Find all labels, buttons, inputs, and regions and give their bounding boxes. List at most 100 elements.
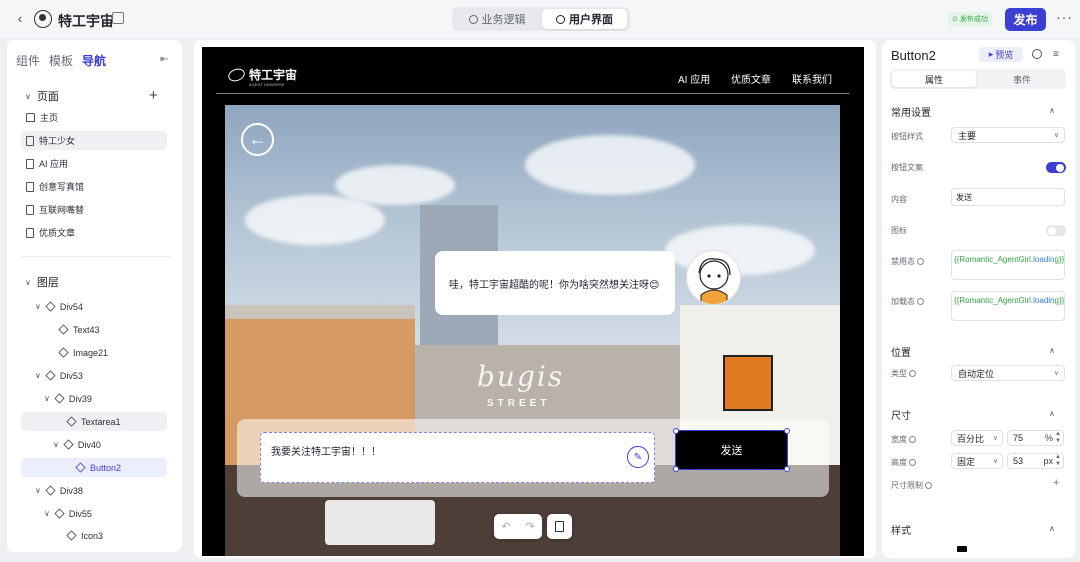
- street-sign: bugis: [477, 360, 565, 393]
- gear-icon[interactable]: [1032, 49, 1042, 59]
- chevron-up-icon[interactable]: ∧: [1049, 524, 1055, 533]
- page-item-photo-studio[interactable]: 创意写真馆: [21, 177, 167, 196]
- palette-icon: [556, 14, 565, 24]
- tab-user-interface[interactable]: 用户界面: [542, 9, 627, 29]
- color-swatch[interactable]: [957, 546, 967, 552]
- chevron-up-icon[interactable]: ∧: [1049, 409, 1055, 418]
- street-sign-subtitle: STREET: [487, 398, 551, 409]
- resize-handle[interactable]: [784, 428, 790, 434]
- style-section-header[interactable]: 样式: [891, 522, 911, 537]
- common-settings-header[interactable]: 常用设置: [891, 104, 931, 119]
- publish-button[interactable]: 发布: [1005, 8, 1046, 31]
- position-type-select[interactable]: 自动定位 ∨: [951, 365, 1065, 381]
- layer-icon: [66, 530, 77, 541]
- tab-events[interactable]: 事件: [980, 71, 1064, 87]
- tab-navigation[interactable]: 导航: [82, 52, 106, 69]
- layer-item[interactable]: Textarea1: [21, 412, 167, 431]
- send-button[interactable]: 发送: [675, 430, 788, 470]
- layer-item-selected[interactable]: Button2: [21, 458, 167, 477]
- save-page-button[interactable]: [547, 514, 572, 539]
- add-size-limit-icon[interactable]: +: [1053, 477, 1059, 489]
- layer-item[interactable]: ∨ Div39: [44, 389, 167, 408]
- chevron-down-icon: ∨: [35, 302, 41, 311]
- content-label-text: 内容: [891, 195, 907, 204]
- back-circle-icon[interactable]: ←: [241, 123, 274, 156]
- more-icon[interactable]: ···: [1056, 9, 1073, 25]
- chevron-up-icon[interactable]: ∧: [1049, 346, 1055, 355]
- tab-business-logic[interactable]: 业务逻辑: [456, 9, 538, 29]
- chat-textarea[interactable]: 我要关注特工宇宙！！！: [260, 432, 655, 483]
- app-logo-icon: [34, 10, 52, 28]
- page-item-internet-voice[interactable]: 互联网嘴替: [21, 200, 167, 219]
- layer-item[interactable]: Image21: [58, 343, 167, 362]
- info-icon: [909, 436, 916, 443]
- list-icon[interactable]: ≡: [1053, 49, 1059, 60]
- history-toolbar: ↶ ↷: [494, 514, 542, 539]
- add-page-icon[interactable]: +: [149, 87, 158, 104]
- site-logo[interactable]: 特工宇宙 AGENT UNIVERSE: [226, 66, 297, 87]
- chevron-down-icon: ∨: [1053, 132, 1059, 139]
- icon-label: 图标: [891, 225, 907, 236]
- layer-item-label: Div55: [68, 508, 92, 519]
- page-item-label: 优质文章: [39, 228, 76, 238]
- layer-item[interactable]: Icon3: [66, 526, 167, 545]
- hero-background-image: ← bugis STREET 哇，特工宇宙超酷的呢！你为啥突然想关注呀😊: [225, 105, 840, 556]
- site-nav-contact[interactable]: 联系我们: [792, 71, 832, 86]
- expression-text: {{Romantic_AgentGirl.: [954, 255, 1034, 264]
- chat-reply-bubble: 哇，特工宇宙超酷的呢！你为啥突然想关注呀😊: [435, 251, 675, 315]
- bus-shape: [325, 500, 435, 545]
- page-item-ai-apps[interactable]: AI 应用: [21, 154, 167, 173]
- height-unit-select[interactable]: 固定 ∨: [951, 453, 1003, 469]
- content-input[interactable]: 发送: [951, 188, 1065, 206]
- height-input[interactable]: 53 px ▲ ▼: [1007, 453, 1064, 469]
- layer-item[interactable]: ∨ Div53: [35, 366, 167, 385]
- site-nav-ai-apps[interactable]: AI 应用: [678, 71, 710, 86]
- magic-wand-icon[interactable]: ✎: [627, 446, 649, 468]
- page-item-agent-girl[interactable]: 特工少女: [21, 131, 167, 150]
- tab-properties[interactable]: 属性: [892, 71, 976, 87]
- selected-component-name: Button2: [891, 48, 936, 63]
- layer-icon: [54, 393, 65, 404]
- layer-item[interactable]: Text43: [58, 320, 167, 339]
- icon-toggle[interactable]: [1046, 225, 1066, 236]
- layer-item[interactable]: ∨ Div54: [35, 297, 167, 316]
- chevron-up-icon[interactable]: ∧: [1049, 106, 1055, 115]
- back-arrow-icon[interactable]: ‹: [12, 10, 28, 26]
- resize-handle[interactable]: [673, 466, 679, 472]
- expression-text: g}}: [1054, 296, 1065, 305]
- width-unit-select[interactable]: 百分比 ∨: [951, 430, 1003, 446]
- site-nav-articles[interactable]: 优质文章: [731, 71, 771, 86]
- redo-icon[interactable]: ↷: [525, 520, 534, 533]
- layer-item[interactable]: ∨ Div40: [53, 435, 167, 454]
- pages-section-header[interactable]: ∨ 页面: [25, 88, 59, 104]
- size-section-header[interactable]: 尺寸: [891, 407, 911, 422]
- resize-handle[interactable]: [673, 428, 679, 434]
- page-item-home[interactable]: 主页: [21, 108, 167, 127]
- disabled-state-expression[interactable]: {{Romantic_AgentGirl.loading}}: [951, 250, 1065, 280]
- preview-button[interactable]: ▸ 预览: [979, 47, 1023, 62]
- tab-templates[interactable]: 模板: [49, 52, 73, 69]
- collapse-panel-icon[interactable]: ⇤: [160, 54, 168, 65]
- position-section-header[interactable]: 位置: [891, 344, 911, 359]
- button-style-select[interactable]: 主要 ∨: [951, 127, 1065, 143]
- layer-item[interactable]: ∨ Div55: [44, 504, 167, 523]
- resize-handle[interactable]: [784, 466, 790, 472]
- layer-item[interactable]: ∨ Div38: [35, 481, 167, 500]
- chevron-down-icon: ∨: [25, 277, 31, 287]
- page-item-articles[interactable]: 优质文章: [21, 223, 167, 242]
- content-label: 内容: [891, 194, 907, 205]
- layers-section-header[interactable]: ∨ 图层: [25, 274, 59, 290]
- tab-components[interactable]: 组件: [16, 52, 40, 69]
- chevron-down-icon: ∨: [25, 91, 31, 101]
- undo-icon[interactable]: ↶: [501, 520, 510, 533]
- width-input[interactable]: 75 % ▲ ▼: [1007, 430, 1064, 446]
- button-text-toggle[interactable]: [1046, 162, 1066, 173]
- stepper-icon[interactable]: ▲ ▼: [1055, 431, 1061, 445]
- section-divider: [21, 256, 171, 257]
- loading-state-expression[interactable]: {{Romantic_AgentGirl.loading}}: [951, 291, 1065, 321]
- type-label-text: 类型: [891, 369, 907, 378]
- stepper-icon[interactable]: ▲ ▼: [1055, 454, 1061, 468]
- tab-business-logic-label: 业务逻辑: [481, 14, 526, 26]
- layer-item-label: Text43: [73, 324, 100, 335]
- edit-icon[interactable]: [112, 12, 124, 24]
